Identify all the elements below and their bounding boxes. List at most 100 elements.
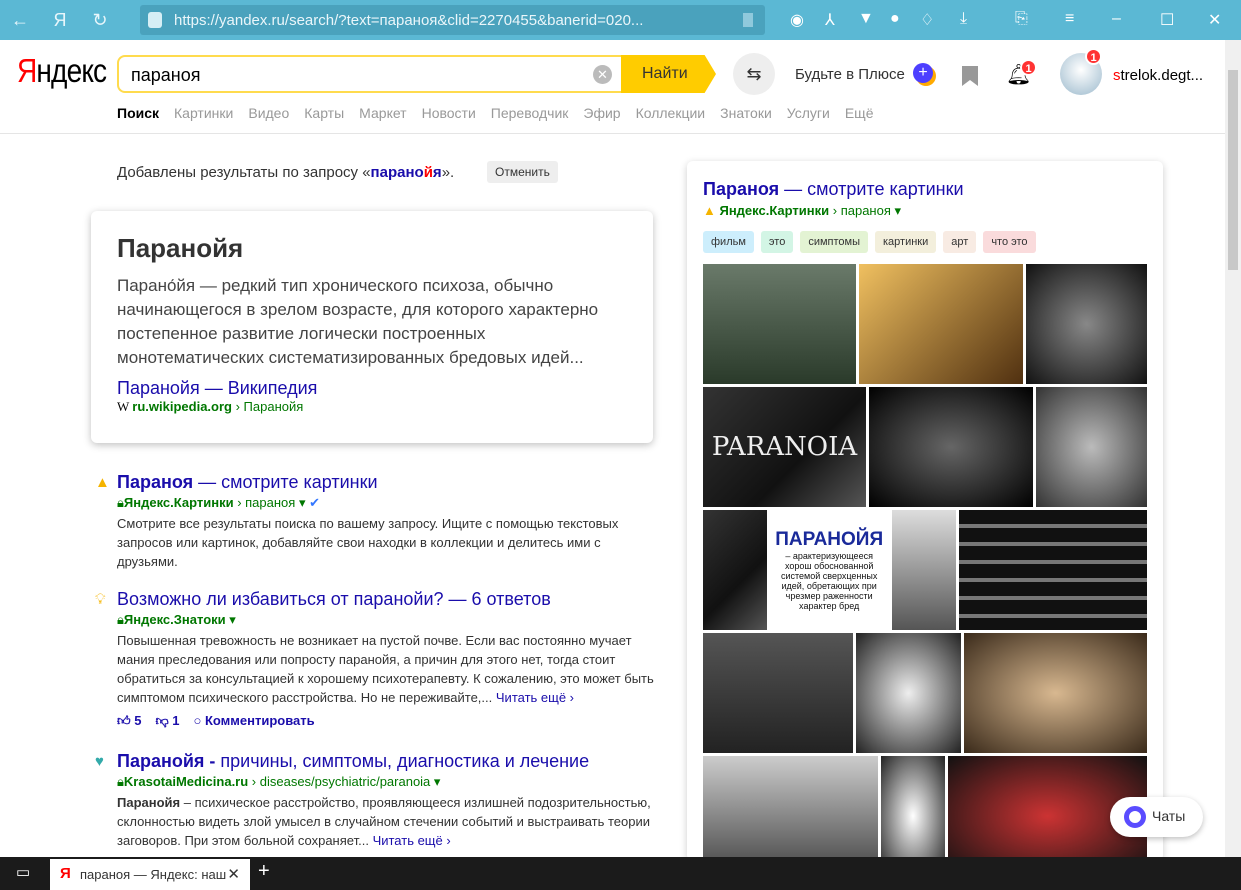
yandex-logo[interactable]: Яндекс — [17, 52, 107, 90]
images-icon: ▲ — [703, 203, 720, 218]
wiki-source: W ru.wikipedia.org › Паранойя — [117, 399, 304, 414]
tab-znatoki[interactable]: Знатоки — [720, 105, 772, 121]
tab-news[interactable]: Новости — [422, 105, 476, 121]
plus-link[interactable]: Будьте в Плюсе — [795, 66, 905, 83]
image-thumbnail[interactable] — [869, 387, 1033, 507]
close-tab-icon[interactable]: ✕ — [227, 865, 240, 883]
tab-translate[interactable]: Переводчик — [491, 105, 569, 121]
search-input[interactable]: параноя — [117, 55, 622, 93]
divider — [0, 133, 1225, 134]
maximize-icon[interactable]: ☐ — [1160, 10, 1174, 30]
tag-film[interactable]: фильм — [703, 231, 754, 253]
result-snippet: Повышенная тревожность не возникает на п… — [117, 633, 654, 705]
bookmarks-icon[interactable]: ⎘ — [1015, 10, 1028, 28]
notification-badge: 1 — [1020, 59, 1037, 76]
wiki-text: Парано́йя — редкий тип хронического псих… — [117, 276, 599, 367]
browser-tabbar: ▭ Япараноя — Яндекс: наш ✕ + — [0, 857, 1241, 890]
menu-icon[interactable]: ≡ — [1065, 10, 1074, 28]
image-thumbnail[interactable] — [1036, 387, 1147, 507]
sidebar-toggle-icon[interactable]: ▭ — [16, 863, 30, 881]
image-thumbnail[interactable] — [1026, 264, 1147, 384]
reload-icon[interactable]: ↻ — [80, 10, 120, 31]
wikipedia-icon: W — [117, 399, 133, 414]
tab-market[interactable]: Маркет — [359, 105, 406, 121]
image-thumbnail[interactable]: PARANOIA — [703, 387, 866, 507]
tag-what-is[interactable]: что это — [983, 231, 1036, 253]
tag-art[interactable]: арт — [943, 231, 977, 253]
extension-icon[interactable]: ⅄ — [825, 10, 835, 30]
image-thumbnail[interactable] — [703, 633, 853, 753]
search-tabs: Поиск Картинки Видео Карты Маркет Новост… — [117, 105, 874, 121]
tag-eto[interactable]: это — [760, 231, 794, 253]
chats-button[interactable]: Чаты — [1110, 797, 1203, 837]
image-thumbnail[interactable] — [703, 264, 856, 384]
cancel-correction-button[interactable]: Отменить — [487, 161, 558, 183]
result-url[interactable]: 🔒︎KrasotaiMedicina.ru › diseases/psychia… — [117, 774, 657, 790]
image-thumbnail[interactable] — [856, 633, 961, 753]
lightbulb-icon: 💡︎ — [95, 591, 106, 608]
image-thumbnail[interactable] — [891, 510, 957, 630]
new-tab-icon[interactable]: + — [258, 860, 270, 883]
extension-icon[interactable]: ● — [890, 10, 900, 28]
filters-icon[interactable]: ⇆ — [733, 53, 775, 95]
close-icon[interactable]: ✕ — [1208, 10, 1221, 30]
tab-more[interactable]: Ещё — [845, 105, 874, 121]
lock-icon — [148, 12, 162, 28]
tab-video[interactable]: Видео — [248, 105, 289, 121]
back-icon[interactable]: ← — [0, 10, 40, 31]
tab-maps[interactable]: Карты — [304, 105, 344, 121]
download-icon[interactable]: ⤓ — [960, 10, 967, 28]
result-snippet: Паранойя – психическое расстройство, про… — [117, 795, 651, 848]
browser-tab[interactable]: Япараноя — Яндекс: наш ✕ — [50, 859, 250, 890]
dislike-button[interactable]: 👎︎ 1 — [155, 713, 179, 729]
spelling-notice: Добавлены результаты по запросу «параной… — [117, 164, 455, 181]
images-icon: ▲ — [95, 474, 110, 491]
extension-icon[interactable]: ▼ — [858, 10, 874, 28]
username[interactable]: strelok.degt... — [1113, 67, 1203, 84]
wiki-link[interactable]: Паранойя — Википедия — [117, 378, 627, 399]
result-title[interactable]: Параноя — смотрите картинки — [117, 472, 657, 493]
result-snippet: Смотрите все результаты поиска по вашему… — [117, 516, 619, 569]
result-url[interactable]: 🔒︎Яндекс.Картинки › параноя ▾ ✔ — [117, 495, 657, 511]
tab-efir[interactable]: Эфир — [583, 105, 620, 121]
image-thumbnail[interactable] — [959, 510, 1147, 630]
tab-services[interactable]: Услуги — [787, 105, 830, 121]
tab-search[interactable]: Поиск — [117, 105, 159, 121]
minimize-icon[interactable]: – — [1112, 10, 1121, 28]
images-panel-title[interactable]: Параноя — смотрите картинки — [703, 179, 1147, 200]
heart-icon: ♥ — [95, 753, 104, 770]
clear-icon[interactable]: ✕ — [593, 65, 612, 84]
scrollbar[interactable] — [1225, 40, 1241, 857]
bookmark-icon[interactable] — [743, 13, 753, 27]
result-title[interactable]: Паранойя - причины, симптомы, диагностик… — [117, 751, 657, 772]
result-url[interactable]: 🔒︎Яндекс.Знатоки ▾ — [117, 612, 657, 628]
image-thumbnail[interactable] — [964, 633, 1147, 753]
find-button[interactable]: Найти — [621, 55, 716, 93]
tag-pictures[interactable]: картинки — [875, 231, 937, 253]
tab-images[interactable]: Картинки — [174, 105, 233, 121]
avatar-badge: 1 — [1085, 48, 1102, 65]
images-panel-url[interactable]: ▲ Яндекс.Картинки › параноя ▾ — [703, 203, 1147, 219]
read-more-link[interactable]: Читать ещё › — [373, 833, 451, 848]
search-result: ▲ Параноя — смотрите картинки 🔒︎Яндекс.К… — [95, 472, 657, 571]
result-title[interactable]: Возможно ли избавиться от паранойи? — 6 … — [117, 589, 657, 610]
like-button[interactable]: 👍︎ 5 — [117, 713, 141, 729]
extension-icon[interactable]: ◉ — [790, 10, 804, 30]
tab-collections[interactable]: Коллекции — [636, 105, 706, 121]
extension-icon[interactable]: ♢ — [920, 10, 934, 30]
plus-icon: + — [913, 63, 933, 83]
wiki-card: Паранойя Парано́йя — редкий тип хроничес… — [91, 211, 653, 443]
verified-icon: ✔ — [309, 495, 320, 510]
image-thumbnail[interactable]: ПАРАНОЙЯ – арактеризующееся хорош обоснов… — [769, 510, 889, 630]
image-thumbnail[interactable] — [703, 510, 767, 630]
chat-icon — [1124, 806, 1146, 828]
corrected-query[interactable]: паранойя — [371, 164, 442, 181]
comment-button[interactable]: ○ Комментировать — [193, 713, 314, 729]
search-result: 💡︎ Возможно ли избавиться от паранойи? —… — [95, 589, 657, 729]
image-grid: PARANOIA ПАРАНОЙЯ – арактеризующееся хоро… — [703, 264, 1147, 879]
image-thumbnail[interactable] — [859, 264, 1023, 384]
tag-symptoms[interactable]: симптомы — [800, 231, 868, 253]
yandex-home-icon[interactable]: Я — [40, 10, 80, 31]
address-bar[interactable]: https://yandex.ru/search/?text=параноя&c… — [140, 5, 765, 35]
read-more-link[interactable]: Читать ещё › — [496, 690, 574, 705]
